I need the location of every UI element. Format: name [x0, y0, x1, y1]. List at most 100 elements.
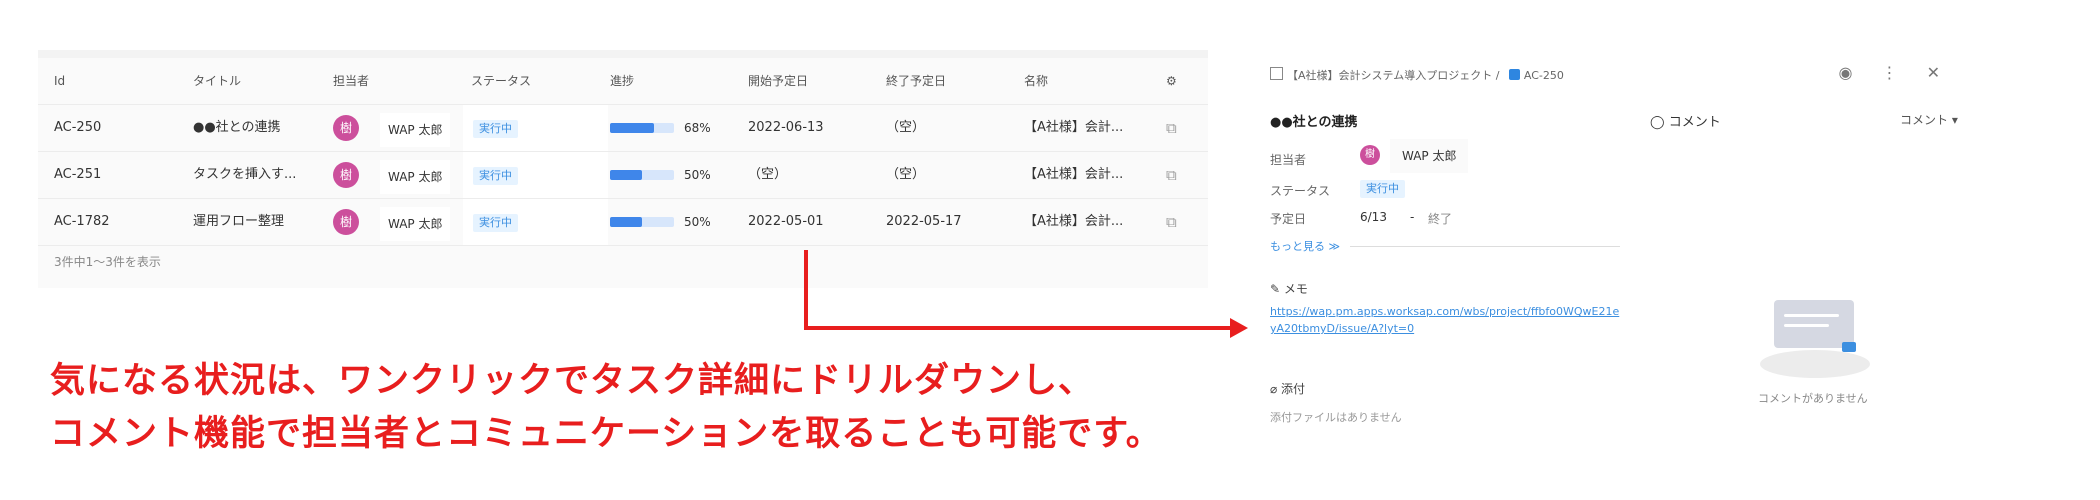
memo-link[interactable]: https://wap.pm.apps.worksap.com/wbs/proj… — [1270, 303, 1620, 337]
gear-icon[interactable]: ⚙ — [1166, 58, 1177, 104]
avatar: 樹 — [1360, 145, 1380, 165]
comment-empty-text: コメントがありません — [1758, 392, 1868, 405]
row-assignee: WAP 太郎 — [380, 160, 451, 194]
open-external-icon[interactable]: ⧉ — [1166, 199, 1177, 245]
row-name: 【A社様】会計... — [1024, 167, 1124, 182]
row-start: （空） — [748, 167, 788, 182]
comment-icon: ◯ — [1650, 115, 1669, 130]
row-name: 【A社様】会計... — [1024, 214, 1124, 229]
col-name[interactable]: 名称 — [1024, 58, 1048, 104]
row-start: 2022-05-01 — [748, 214, 824, 229]
progress-fill — [610, 170, 642, 180]
col-id[interactable]: Id — [54, 58, 65, 104]
attach-section: ⌀ 添付 — [1270, 380, 1305, 397]
edit-icon: ✎ — [1270, 282, 1284, 296]
row-name: 【A社様】会計... — [1024, 120, 1124, 135]
open-external-icon[interactable]: ⧉ — [1166, 152, 1177, 198]
progress-fill — [610, 123, 654, 133]
status-cell: 実行中 — [463, 199, 608, 245]
status-badge: 実行中 — [1360, 180, 1405, 198]
caption-line-1: 気になる状況は、ワンクリックでタスク詳細にドリルダウンし、 — [50, 361, 1095, 401]
row-end: （空） — [886, 120, 926, 135]
date-start[interactable]: 6/13 — [1360, 210, 1387, 224]
attach-label: 添付 — [1281, 382, 1306, 396]
more-vertical-icon[interactable]: ⋮ — [1882, 63, 1898, 82]
avatar: 樹 — [333, 209, 359, 235]
task-table-panel: Id タイトル 担当者 ステータス 進捗 開始予定日 終了予定日 名称 ⚙ AC… — [38, 50, 1208, 288]
project-icon — [1270, 67, 1283, 80]
status-badge: 実行中 — [473, 213, 518, 232]
col-title[interactable]: タイトル — [193, 58, 241, 104]
open-external-icon[interactable]: ⧉ — [1166, 105, 1177, 151]
eye-icon[interactable]: ◉ — [1838, 63, 1852, 82]
progress-bar — [610, 123, 674, 133]
col-progress[interactable]: 進捗 — [610, 58, 634, 104]
progress-fill — [610, 217, 642, 227]
breadcrumb-project[interactable]: 【A社様】会計システム導入プロジェクト / — [1287, 69, 1499, 82]
row-start: 2022-06-13 — [748, 120, 824, 135]
detail-toolbar: ◉ ⋮ ✕ — [1814, 63, 1940, 82]
illustration-card — [1774, 300, 1854, 348]
task-detail-panel: 【A社様】会計システム導入プロジェクト / AC-250 ◉ ⋮ ✕ ●●社との… — [1260, 55, 1980, 435]
caption: 気になる状況は、ワンクリックでタスク詳細にドリルダウンし、 コメント機能で担当者… — [50, 355, 1162, 461]
row-id: AC-250 — [54, 120, 102, 135]
divider — [1350, 246, 1620, 247]
row-id: AC-1782 — [54, 214, 110, 229]
row-assignee: WAP 太郎 — [380, 207, 451, 241]
assignee-value[interactable]: WAP 太郎 — [1390, 139, 1469, 173]
progress-bar — [610, 217, 674, 227]
memo-section: ✎ メモ — [1270, 280, 1308, 297]
progress-bar — [610, 170, 674, 180]
arrow-shaft-vertical — [804, 250, 808, 330]
assignee-label: 担当者 — [1270, 153, 1307, 167]
avatar: 樹 — [333, 162, 359, 188]
row-title[interactable]: 運用フロー整理 — [193, 199, 284, 245]
status-cell: 実行中 — [463, 105, 608, 151]
col-assignee[interactable]: 担当者 — [333, 58, 369, 104]
col-start[interactable]: 開始予定日 — [748, 58, 808, 104]
progress-label: 50% — [684, 168, 711, 182]
paperclip-icon: ⌀ — [1270, 382, 1282, 396]
status-badge: 実行中 — [473, 166, 518, 185]
avatar: 樹 — [333, 115, 359, 141]
progress-label: 50% — [684, 215, 711, 229]
pagination-count: 3件中1～3件を表示 — [54, 255, 161, 269]
illustration-line — [1784, 324, 1829, 327]
task-table: Id タイトル 担当者 ステータス 進捗 開始予定日 終了予定日 名称 ⚙ AC… — [38, 58, 1208, 246]
date-separator: - — [1410, 210, 1415, 224]
task-icon — [1508, 69, 1520, 80]
memo-label: メモ — [1283, 282, 1308, 296]
date-end[interactable]: 終了 — [1428, 210, 1452, 227]
empty-comment-illustration — [1760, 300, 1870, 380]
status-field[interactable]: 実行中 — [1360, 180, 1405, 198]
arrow-head — [1230, 318, 1248, 338]
close-icon[interactable]: ✕ — [1927, 63, 1940, 82]
status-cell: 実行中 — [463, 152, 608, 198]
comment-title: コメント — [1668, 115, 1721, 130]
illustration-shadow — [1760, 350, 1870, 378]
date-label: 予定日 — [1270, 212, 1307, 226]
breadcrumb: 【A社様】会計システム導入プロジェクト / AC-250 — [1270, 67, 1564, 83]
row-end: 2022-05-17 — [886, 214, 962, 229]
col-status[interactable]: ステータス — [471, 58, 531, 104]
comment-header: ◯ コメント — [1650, 111, 1721, 130]
show-more-link[interactable]: もっと見る ≫ — [1270, 238, 1340, 254]
status-badge: 実行中 — [473, 119, 518, 138]
illustration-line — [1784, 314, 1839, 317]
attach-empty-text: 添付ファイルはありません — [1270, 411, 1402, 424]
table-header: Id タイトル 担当者 ステータス 進捗 開始予定日 終了予定日 名称 ⚙ — [38, 58, 1208, 105]
row-title[interactable]: タスクを挿入す... — [193, 152, 296, 198]
comment-filter-dropdown[interactable]: コメント ▾ — [1900, 111, 1958, 128]
status-label: ステータス — [1270, 184, 1331, 198]
task-title: ●●社との連携 — [1270, 115, 1358, 130]
progress-label: 68% — [684, 121, 711, 135]
caption-line-2: コメント機能で担当者とコミュニケーションを取ることも可能です。 — [50, 414, 1162, 454]
table-row[interactable]: AC-250 ●●社との連携 樹 WAP 太郎 実行中 68% 2022-06-… — [38, 105, 1208, 152]
col-end[interactable]: 終了予定日 — [886, 58, 946, 104]
arrow-shaft-horizontal — [804, 326, 1234, 330]
table-row[interactable]: AC-251 タスクを挿入す... 樹 WAP 太郎 実行中 50% （空） （… — [38, 152, 1208, 199]
table-row[interactable]: AC-1782 運用フロー整理 樹 WAP 太郎 実行中 50% 2022-05… — [38, 199, 1208, 246]
breadcrumb-task[interactable]: AC-250 — [1524, 69, 1564, 82]
row-title[interactable]: ●●社との連携 — [193, 105, 281, 151]
row-id: AC-251 — [54, 167, 102, 182]
